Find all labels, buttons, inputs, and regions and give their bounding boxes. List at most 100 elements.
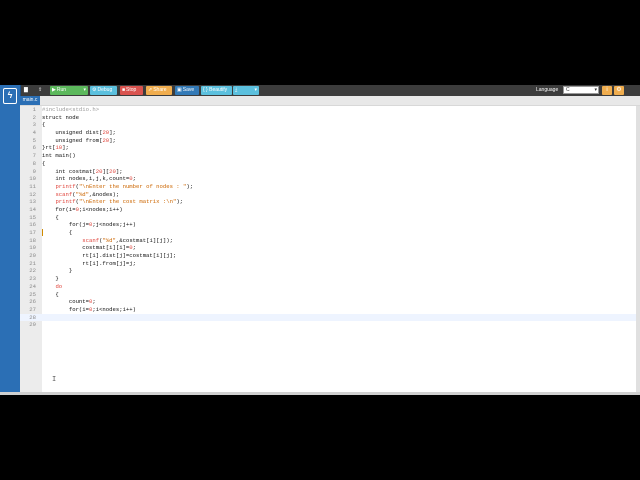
code-line[interactable]: 9 int costmat[20][20]; — [20, 168, 640, 176]
code-line[interactable]: 19 costmat[i][i]=0; — [20, 244, 640, 252]
code-text: int nodes,i,j,k,count=0; — [42, 175, 136, 183]
line-number: 20 — [29, 252, 36, 260]
code-text: { — [42, 213, 59, 221]
line-number: 18 — [29, 236, 36, 244]
line-number: 7 — [32, 152, 36, 160]
code-text: printf("\nEnter the cost matrix :\n"); — [55, 198, 184, 206]
code-text: { — [42, 290, 59, 298]
code-line[interactable]: 23 } — [20, 275, 640, 283]
info-icon[interactable]: i — [602, 86, 612, 95]
code-line[interactable]: 2 struct node — [20, 114, 640, 122]
code-line[interactable]: 21 rt[i].from[j]=j; — [20, 260, 640, 268]
line-number: 9 — [32, 167, 36, 175]
sidebar-panel — [0, 107, 20, 395]
line-number: 10 — [29, 175, 36, 183]
code-line[interactable]: 22 } — [20, 267, 640, 275]
mouse-cursor-icon: I — [52, 376, 57, 384]
logo-icon[interactable]: ϟ — [0, 85, 21, 107]
code-line[interactable]: 28 — [20, 313, 640, 322]
line-number: 6 — [32, 144, 36, 152]
line-number: 3 — [32, 121, 36, 129]
code-line[interactable]: 10 int nodes,i,j,k,count=0; — [20, 175, 640, 183]
run-button[interactable]: ▶ Run ▾ — [50, 86, 88, 95]
code-line[interactable]: 25 { — [20, 291, 640, 299]
text-cursor — [42, 229, 43, 236]
play-icon: ▶ — [52, 87, 56, 93]
line-number: 25 — [29, 290, 36, 298]
code-line[interactable]: 13 printf("\nEnter the cost matrix :\n")… — [20, 198, 640, 206]
download-icon: ⤓ — [235, 87, 238, 93]
bug-icon: ⚙ — [92, 87, 97, 93]
download-button[interactable]: ⤓ ▾ — [233, 86, 259, 95]
chevron-down-icon: ▾ — [594, 87, 597, 93]
code-text: } — [42, 267, 73, 275]
line-number: 22 — [29, 267, 36, 275]
save-icon: ▣ — [177, 87, 182, 93]
share-button[interactable]: ⇗ Share — [146, 86, 172, 95]
code-line[interactable]: 16 for(j=0;j<nodes;j++) — [20, 221, 640, 229]
code-line[interactable]: 24 do — [20, 283, 640, 291]
line-number: 8 — [32, 159, 36, 167]
code-line[interactable]: 12 scanf("%d",&nodes); — [20, 191, 640, 199]
line-number: 24 — [29, 282, 36, 290]
code-text: unsigned dist[20]; — [42, 129, 116, 137]
line-number: 28 — [29, 313, 36, 321]
code-text: unsigned from[20]; — [42, 136, 116, 144]
code-line[interactable]: 6 }rt[10]; — [20, 144, 640, 152]
code-text: struct node — [42, 113, 79, 121]
save-button[interactable]: ▣ Save — [175, 86, 199, 95]
chevron-down-icon: ▾ — [254, 87, 257, 93]
beautify-button[interactable]: { } Beautify — [201, 86, 232, 95]
code-line[interactable]: 7 int main() — [20, 152, 640, 160]
code-lines: 1 #include<stdio.h> 2 struct node 3{4 unsign… — [20, 106, 640, 392]
line-number: 27 — [29, 305, 36, 313]
line-number: 2 — [32, 113, 36, 121]
stop-icon: ■ — [122, 87, 126, 93]
code-text: for(i=0;i<nodes;i++) — [42, 305, 136, 313]
ide-window: ▇ ⇪ ▶ Run ▾ ⚙ Debug ■ Stop ⇗ Share ▣ Save { } … — [0, 85, 640, 395]
code-line[interactable]: 18 scanf("%d",&costmat[i][j]); — [20, 237, 640, 245]
code-line[interactable]: 5 unsigned from[20]; — [20, 137, 640, 145]
code-line[interactable]: 29 — [20, 321, 640, 329]
code-text: { — [42, 121, 46, 129]
code-line[interactable]: 14 for(i=0;i<nodes;i++) — [20, 206, 640, 214]
status-bar — [0, 392, 640, 395]
code-line[interactable]: 15 { — [20, 214, 640, 222]
code-text: do — [55, 282, 63, 290]
stop-button[interactable]: ■ Stop — [120, 86, 143, 95]
code-text: #include<stdio.h> — [42, 106, 100, 113]
line-number: 16 — [29, 221, 36, 229]
code-text: }rt[10]; — [42, 144, 69, 152]
code-text: for(i=0;i<nodes;i++) — [42, 205, 123, 213]
code-line[interactable]: 4 unsigned dist[20]; — [20, 129, 640, 137]
upload-icon[interactable]: ⇪ — [36, 86, 44, 95]
code-line[interactable]: 20 rt[i].dist[j]=costmat[i][j]; — [20, 252, 640, 260]
code-text: { — [42, 159, 46, 167]
code-text: printf("\nEnter the number of nodes : ")… — [55, 182, 194, 190]
code-line[interactable]: 8{ — [20, 160, 640, 168]
code-text: int costmat[20][20]; — [42, 167, 123, 175]
code-line[interactable]: 27 for(i=0;i<nodes;i++) — [20, 306, 640, 314]
code-line[interactable]: 3{ — [20, 121, 640, 129]
settings-icon[interactable]: ⚙ — [614, 86, 624, 95]
line-number: 14 — [29, 205, 36, 213]
debug-button[interactable]: ⚙ Debug — [90, 86, 117, 95]
line-number: 17 — [29, 229, 36, 236]
code-text: count=0; — [42, 298, 96, 306]
code-line[interactable]: 11 printf("\nEnter the number of nodes :… — [20, 183, 640, 191]
code-line[interactable]: 1 #include<stdio.h> — [20, 106, 640, 114]
code-text: costmat[i][i]=0; — [42, 244, 136, 252]
code-line[interactable]: 17 { — [20, 229, 640, 237]
code-text: scanf("%d",&costmat[i][j]); — [82, 236, 173, 244]
chevron-down-icon: ▾ — [83, 87, 86, 93]
new-file-icon[interactable]: ▇ — [22, 86, 30, 95]
code-text: rt[i].dist[j]=costmat[i][j]; — [42, 252, 177, 260]
line-number: 23 — [29, 275, 36, 283]
tab-main-c[interactable]: main.c — [20, 96, 40, 105]
code-text: } — [42, 275, 59, 283]
editor-scrollbar[interactable] — [636, 106, 640, 392]
line-number: 21 — [29, 259, 36, 267]
line-number: 19 — [29, 244, 36, 252]
language-select[interactable]: C ▾ — [563, 86, 599, 94]
code-line[interactable]: 26 count=0; — [20, 298, 640, 306]
